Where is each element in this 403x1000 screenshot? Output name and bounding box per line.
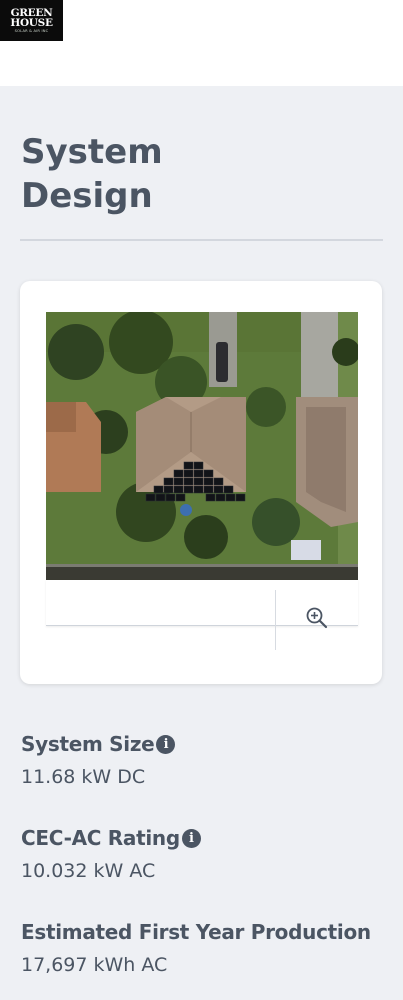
top-bar: GREEN HOUSE SOLAR & AIR INC bbox=[0, 0, 403, 86]
system-size-value: 11.68 kW DC bbox=[21, 766, 146, 788]
first-year-production-value: 17,697 kWh AC bbox=[21, 954, 168, 976]
spec-first-year-production: Estimated First Year Production 17,697 k… bbox=[21, 920, 371, 976]
spec-system-size: System Size i 11.68 kW DC bbox=[21, 732, 176, 788]
map-toolbar-divider bbox=[275, 590, 276, 650]
first-year-production-label: Estimated First Year Production bbox=[21, 920, 371, 944]
map-toolbar bbox=[46, 580, 358, 650]
title-divider bbox=[20, 239, 383, 241]
cec-ac-rating-label: CEC-AC Rating bbox=[21, 826, 180, 850]
logo-tagline: SOLAR & AIR INC bbox=[14, 29, 49, 33]
page-title: System Design bbox=[21, 132, 163, 216]
info-icon[interactable]: i bbox=[181, 828, 201, 848]
info-icon[interactable]: i bbox=[156, 734, 176, 754]
design-map-card bbox=[20, 281, 382, 684]
logo-wordmark: GREEN HOUSE bbox=[10, 8, 53, 29]
spec-cec-ac-rating: CEC-AC Rating i 10.032 kW AC bbox=[21, 826, 201, 882]
system-size-label: System Size bbox=[21, 732, 155, 756]
zoom-in-icon[interactable] bbox=[304, 605, 330, 631]
cec-ac-rating-value: 10.032 kW AC bbox=[21, 860, 156, 882]
aerial-roof-image[interactable] bbox=[46, 312, 358, 580]
system-design-section: System Design System Size i 11.68 kW DC … bbox=[0, 86, 403, 1000]
logo-line-2: HOUSE bbox=[10, 17, 53, 29]
company-logo[interactable]: GREEN HOUSE SOLAR & AIR INC bbox=[0, 0, 63, 41]
